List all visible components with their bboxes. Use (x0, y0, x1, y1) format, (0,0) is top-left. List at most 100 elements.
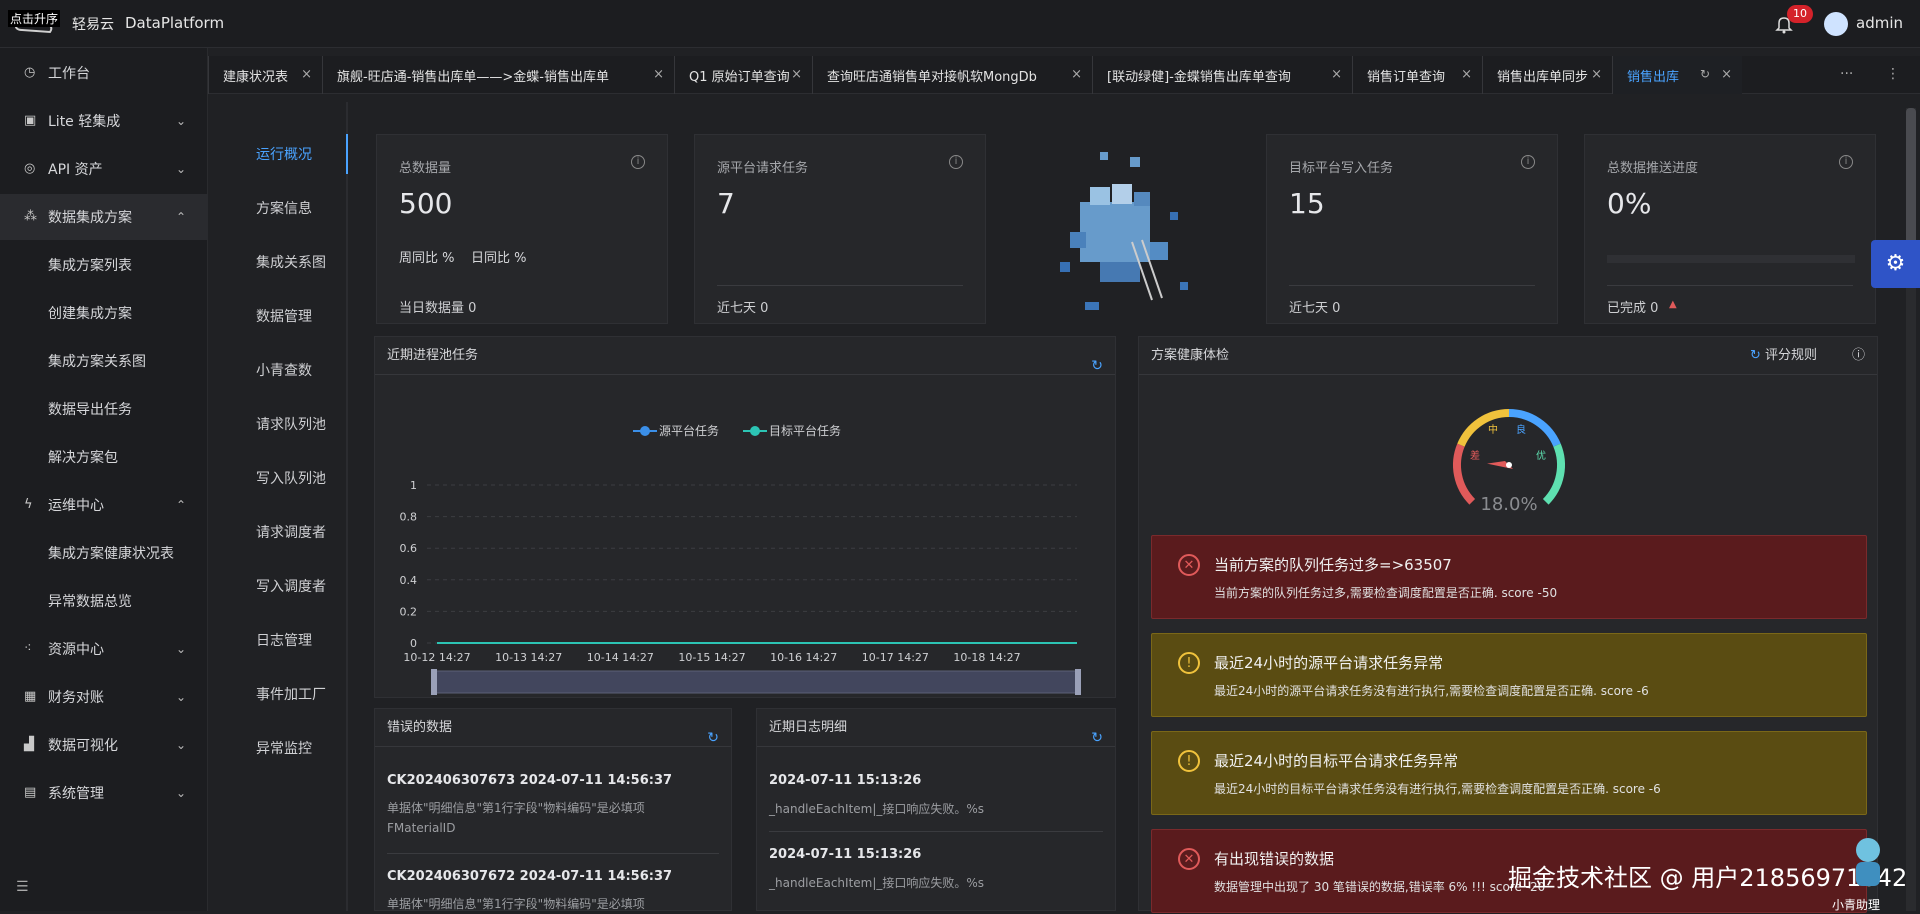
close-icon[interactable]: × (791, 67, 802, 82)
list-item[interactable]: CK202406307672 2024-07-11 14:56:37 单据体"明… (387, 869, 737, 914)
list-item[interactable]: 2024-07-11 15:13:26 _handleEachItem|_接口响… (769, 773, 1109, 817)
assistant-label[interactable]: 小青助理 (1832, 896, 1880, 913)
day-over-day: 日同比 % (471, 251, 527, 266)
sidebar-item-label: 集成方案列表 (48, 258, 132, 274)
info-icon[interactable]: i (1521, 155, 1535, 169)
chart-icon: ▟ (24, 737, 34, 752)
avatar[interactable] (1824, 12, 1848, 36)
submenu-data-manage[interactable]: 数据管理 (256, 306, 312, 326)
divider (769, 831, 1103, 832)
sidebar-item-system[interactable]: ▤ 系统管理 ⌄ (0, 770, 208, 816)
error-desc: 单据体"明细信息"第1行字段"物料编码"是必填项 (387, 897, 645, 911)
tab-health[interactable]: 建康状况表 × (208, 56, 322, 94)
tab-sales-order[interactable]: 销售订单查询 × (1352, 56, 1482, 94)
tab-sales-out[interactable]: 销售出库 ↻ × (1612, 56, 1742, 94)
sidebar-item-resource[interactable]: ⁖ 资源中心 ⌄ (0, 626, 208, 672)
sidebar-item-label: 运维中心 (48, 498, 104, 514)
close-icon[interactable]: × (1331, 67, 1342, 82)
stat-value: 15 (1289, 187, 1325, 220)
alert-desc: 最近24小时的目标平台请求任务没有进行执行,需要检查调度配置是否正确. scor… (1214, 782, 1661, 796)
refresh-icon[interactable]: ↻ (707, 719, 719, 757)
error-icon: ✕ (1178, 554, 1200, 576)
tab-linkage[interactable]: [联动绿健]-金蝶销售出库单查询 × (1092, 56, 1352, 94)
zoom-handle-right (1075, 669, 1081, 695)
gauge-center (1506, 462, 1512, 468)
alert-yellow[interactable]: ! 最近24小时的源平台请求任务异常 最近24小时的源平台请求任务没有进行执行,需要… (1151, 633, 1867, 717)
submenu-logs[interactable]: 日志管理 (256, 630, 312, 650)
error-code: CK202406307672 2024-07-11 14:56:37 (387, 869, 673, 884)
sidebar-item-visual[interactable]: ▟ 数据可视化 ⌄ (0, 722, 208, 768)
sidebar-item-workbench[interactable]: ◷ 工作台 (0, 50, 208, 96)
tab-mongdb[interactable]: 查询旺店通销售单对接帆软MongDb × (812, 56, 1092, 94)
refresh-icon[interactable]: ↻ (1750, 348, 1765, 363)
sidebar-item-label: 数据集成方案 (48, 210, 132, 226)
submenu-relation[interactable]: 集成关系图 (256, 252, 326, 272)
log-time: 2024-07-11 15:13:26 (769, 847, 922, 862)
tab-menu-icon[interactable]: ⋮ (1886, 66, 1900, 82)
stat-value: 0% (1607, 187, 1652, 220)
collapse-menu-icon[interactable]: ☰ (16, 879, 32, 895)
submenu-overview[interactable]: 运行概况 (256, 144, 312, 164)
rules-link[interactable]: ↻ 评分规则 (1750, 337, 1817, 375)
close-icon[interactable]: × (1461, 67, 1472, 82)
alert-title: 当前方案的队列任务过多=>63507 (1214, 556, 1452, 574)
alert-yellow[interactable]: ! 最近24小时的目标平台请求任务异常 最近24小时的目标平台请求任务没有进行执行,… (1151, 731, 1867, 815)
help-icon[interactable]: ⓘ (1852, 337, 1865, 375)
list-item[interactable]: 2024-07-11 15:13:26 _handleEachItem|_接口响… (769, 847, 1109, 891)
refresh-icon[interactable]: ↻ (1700, 67, 1710, 81)
user-name[interactable]: admin (1856, 14, 1903, 32)
tab-flagship[interactable]: 旗舰-旺店通-销售出库单——>金蝶-销售出库单 × (322, 56, 674, 94)
sidebar-item-lite[interactable]: ▣ Lite 轻集成 ⌄ (0, 98, 208, 144)
more-tabs-icon[interactable]: ··· (1840, 66, 1853, 82)
info-icon[interactable]: i (631, 155, 645, 169)
info-icon[interactable]: i (1839, 155, 1853, 169)
close-icon[interactable]: × (1721, 67, 1732, 82)
tab-sales-sync[interactable]: 销售出库单同步 × (1482, 56, 1612, 94)
sidebar-subitem-plan-list[interactable]: 集成方案列表 (0, 242, 208, 288)
sidebar-item-ops[interactable]: ϟ 运维中心 ⌃ (0, 482, 208, 528)
scrollbar-thumb[interactable] (1906, 108, 1916, 248)
zoom-slider (434, 670, 1078, 694)
sidebar-item-api[interactable]: ◎ API 资产 ⌄ (0, 146, 208, 192)
sidebar-subitem-export[interactable]: 数据导出任务 (0, 386, 208, 432)
submenu-request-pool[interactable]: 请求队列池 (256, 414, 326, 434)
x-tick-label: 10-18 14:27 (953, 651, 1020, 664)
panel-title: 近期进程池任务 (387, 348, 479, 363)
alert-desc: 数据管理中出现了 30 笔错误的数据,错误率 6% !!! score -20 (1214, 880, 1546, 894)
list-item[interactable]: CK202406307673 2024-07-11 14:56:37 单据体"明… (387, 773, 737, 838)
close-icon[interactable]: × (1071, 67, 1082, 82)
submenu-write-scheduler[interactable]: 写入调度者 (256, 576, 326, 596)
sidebar-subitem-create-plan[interactable]: 创建集成方案 (0, 290, 208, 336)
divider (1289, 285, 1535, 286)
refresh-icon[interactable]: ↻ (1091, 719, 1103, 757)
chevron-down-icon: ⌄ (176, 642, 187, 656)
sidebar-item-integration[interactable]: ⁂ 数据集成方案 ⌃ (0, 194, 208, 240)
chevron-down-icon: ⌄ (176, 162, 187, 176)
corner-tag[interactable]: 点击升序 (8, 10, 61, 27)
submenu-request-scheduler[interactable]: 请求调度者 (256, 522, 326, 542)
sidebar-subitem-abnormal[interactable]: 异常数据总览 (0, 578, 208, 624)
sidebar-item-finance[interactable]: ▦ 财务对账 ⌄ (0, 674, 208, 720)
sidebar-subitem-solution[interactable]: 解决方案包 (0, 434, 208, 480)
sidebar-subitem-health[interactable]: 集成方案健康状况表 (0, 530, 208, 576)
gear-icon[interactable]: ⚙ (1871, 240, 1920, 288)
sidebar-subitem-relation[interactable]: 集成方案关系图 (0, 338, 208, 384)
submenu-monitor[interactable]: 异常监控 (256, 738, 312, 758)
submenu-plan-info[interactable]: 方案信息 (256, 198, 312, 218)
submenu-event[interactable]: 事件加工厂 (256, 684, 326, 704)
calendar-icon: ▦ (24, 689, 37, 704)
x-tick-label: 10-13 14:27 (495, 651, 562, 664)
alert-red[interactable]: ✕ 当前方案的队列任务过多=>63507 当前方案的队列任务过多,需要检查调度配置是… (1151, 535, 1867, 619)
sidebar-item-label: 资源中心 (48, 642, 104, 658)
close-icon[interactable]: × (301, 67, 312, 82)
close-icon[interactable]: × (1591, 67, 1602, 82)
log-desc: _handleEachItem|_接口响应失败。%s (769, 876, 985, 890)
assistant-avatar[interactable] (1846, 832, 1890, 892)
tab-q1[interactable]: Q1 原始订单查询 × (674, 56, 812, 94)
info-icon[interactable]: i (949, 155, 963, 169)
close-icon[interactable]: × (653, 67, 664, 82)
submenu-write-pool[interactable]: 写入队列池 (256, 468, 326, 488)
chevron-down-icon: ⌄ (176, 114, 187, 128)
panel-header: 错误的数据 ↻ (375, 709, 731, 747)
submenu-query[interactable]: 小青查数 (256, 360, 312, 380)
